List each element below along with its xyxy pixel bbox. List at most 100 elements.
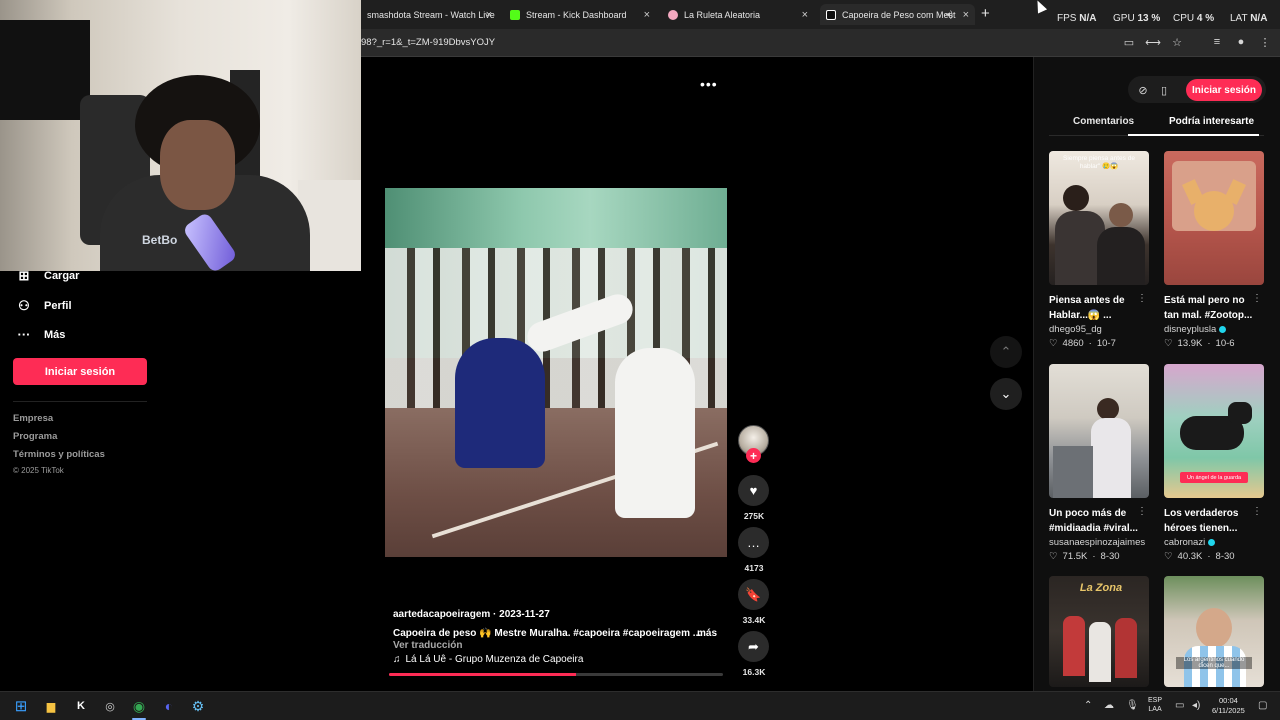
url-text[interactable]: 98?_r=1&_t=ZM-919DbvsYOJY [361,37,495,48]
steam-icon[interactable]: ⚙ [189,697,207,715]
video-username[interactable]: aartedacapoeiragem [393,609,490,620]
suggested-video-card[interactable]: ⋮ Está mal pero no tan mal. #Zootop... d… [1164,151,1264,349]
tab-ruleta-aleatoria[interactable]: La Ruleta Aleatoria × [662,4,814,25]
close-tab-icon[interactable]: × [644,9,650,21]
next-video-button[interactable]: ⌄ [990,378,1022,410]
card-likes: 13.9K [1177,338,1203,349]
thumb-person-head [1097,398,1119,420]
footer-link-terminos[interactable]: Términos y políticas [13,449,105,460]
card-menu-icon[interactable]: ⋮ [1252,293,1262,304]
menu-kebab-icon[interactable]: ⋮ [1258,35,1272,49]
video-options-icon[interactable]: ••• [700,76,718,92]
tray-overflow-icon[interactable]: ⌃ [1084,700,1092,711]
suggested-video-card[interactable]: Siempre piensa antes de hablar" 🥲😱 ⋮ Pie… [1049,151,1149,349]
sidebar-item-mas[interactable]: ··· Más [16,327,66,342]
card-title[interactable]: Piensa antes de Hablar...😱 ... [1049,293,1141,323]
card-menu-icon[interactable]: ⋮ [1252,506,1262,517]
file-explorer-icon[interactable]: ▆ [42,697,60,715]
video-player[interactable] [385,188,727,557]
language-indicator[interactable]: ESP LAA [1148,696,1162,714]
like-button[interactable]: ♥ [738,475,769,506]
card-menu-icon[interactable]: ⋮ [1137,293,1147,304]
see-translation-link[interactable]: Ver traducción [393,640,462,651]
network-icon[interactable]: ▭ [1175,700,1184,711]
onedrive-icon[interactable]: ☁ [1104,700,1114,711]
tab-capoeira-active[interactable]: Capoeira de Peso com Mest ◂) × [820,4,975,25]
video-thumbnail[interactable] [1049,364,1149,498]
video-thumbnail[interactable]: Siempre piensa antes de hablar" 🥲😱 [1049,151,1149,285]
heart-outline-icon: ♡ [1049,338,1058,349]
thumb-person [1089,622,1111,682]
translate-icon[interactable]: ⟷ [1145,35,1161,49]
compass-icon[interactable]: ⊘ [1136,83,1150,97]
sidebar-item-cargar[interactable]: ⊞ Cargar [16,268,80,284]
reading-list-icon[interactable]: ≡ [1210,35,1224,49]
video-date: 2023-11-27 [499,609,550,620]
previous-video-button[interactable]: ⌃ [990,336,1022,368]
video-thumbnail[interactable]: Un ángel de la guarda [1164,364,1264,498]
video-author-line[interactable]: aartedacapoeiragem · 2023-11-27 [393,609,550,620]
tab-kick-dashboard[interactable]: Stream - Kick Dashboard × [504,4,656,25]
card-author[interactable]: susanaespinozajaimes [1049,537,1149,548]
obs-icon[interactable]: ◎ [101,697,119,715]
header-login-button[interactable]: Iniciar sesión [1186,79,1262,101]
windows-taskbar: ⊞ ▆ K ◎ ◉ ◐ ⚙ ⌃ ☁ 🎙 ESP LAA ▭ ◂) 00:04 6… [0,691,1280,720]
footer-link-programa[interactable]: Programa [13,431,57,442]
heart-outline-icon: ♡ [1049,551,1058,562]
tab-title: Capoeira de Peso com Mest [842,9,956,20]
card-title[interactable]: Los verdaderos héroes tienen... [1164,506,1256,536]
comment-button[interactable]: … [738,527,769,558]
video-thumbnail[interactable]: Los argentinos cuando dicen que... [1164,576,1264,687]
save-button[interactable]: 🔖 [738,579,769,610]
close-tab-icon[interactable]: × [802,9,808,21]
discord-icon[interactable]: ◐ [160,697,178,715]
tab-smashdota[interactable]: smashdota Stream - Watch Live × [361,4,498,25]
audio-playing-icon[interactable]: ◂) [945,9,953,20]
microphone-icon[interactable]: 🎙 [1126,700,1139,711]
notification-icon[interactable]: ▢ [1258,700,1267,711]
share-button[interactable]: ➦ [738,631,769,662]
card-title[interactable]: Está mal pero no tan mal. #Zootop... [1164,293,1256,323]
video-thumbnail[interactable] [1164,151,1264,285]
tab-podria-interesarte[interactable]: Podría interesarte [1169,116,1254,127]
separator: · [1092,551,1096,562]
sidebar-login-button[interactable]: Iniciar sesión [13,358,147,385]
bookmark-star-icon[interactable]: ☆ [1170,35,1184,49]
video-music[interactable]: ♫ Lá Lá Uê - Grupo Muzenza de Capoeira [393,654,583,665]
sidebar-item-label: Más [44,328,66,341]
music-note-icon: ♫ [393,654,401,665]
clock-date: 6/11/2025 [1212,706,1245,715]
follow-button[interactable]: + [746,448,761,463]
card-likes: 40.3K [1177,551,1203,562]
description-more-link[interactable]: más [697,628,717,639]
video-thumbnail[interactable]: La Zona [1049,576,1149,687]
chrome-icon[interactable]: ◉ [130,697,148,715]
card-likes: 4860 [1062,338,1084,349]
card-title[interactable]: Un poco más de #midiaadia #viral... [1049,506,1141,536]
new-tab-button[interactable]: + [981,5,990,22]
suggested-video-card[interactable]: La Zona [1049,576,1149,687]
volume-icon[interactable]: ◂) [1192,700,1200,711]
card-author[interactable]: disneyplusla [1164,324,1264,335]
footer-link-empresa[interactable]: Empresa [13,413,53,424]
like-count: 275K [743,511,765,521]
card-author[interactable]: dhego95_dg [1049,324,1149,335]
webcam-person-face [160,120,235,210]
card-menu-icon[interactable]: ⋮ [1137,506,1147,517]
suggested-video-card[interactable]: ⋮ Un poco más de #midiaadia #viral... su… [1049,364,1149,562]
video-progress-bar[interactable] [389,673,723,676]
cast-icon[interactable]: ▭ [1122,35,1136,49]
system-clock[interactable]: 00:04 6/11/2025 [1212,696,1245,716]
tab-comentarios[interactable]: Comentarios [1073,116,1134,127]
suggested-video-card[interactable]: Un ángel de la guarda ⋮ Los verdaderos h… [1164,364,1264,562]
suggested-video-card[interactable]: Los argentinos cuando dicen que... [1164,576,1264,687]
extension-icon[interactable]: ● [1234,35,1248,49]
close-tab-icon[interactable]: × [486,9,492,21]
device-icon[interactable]: ▯ [1157,83,1171,97]
windows-start-icon[interactable]: ⊞ [12,697,30,715]
card-author[interactable]: cabronazi [1164,537,1264,548]
screen: smashdota Stream - Watch Live × Stream -… [0,0,1280,720]
close-tab-icon[interactable]: × [963,9,969,21]
sidebar-item-perfil[interactable]: ⚇ Perfil [16,298,71,314]
kick-app-icon[interactable]: K [72,697,90,715]
